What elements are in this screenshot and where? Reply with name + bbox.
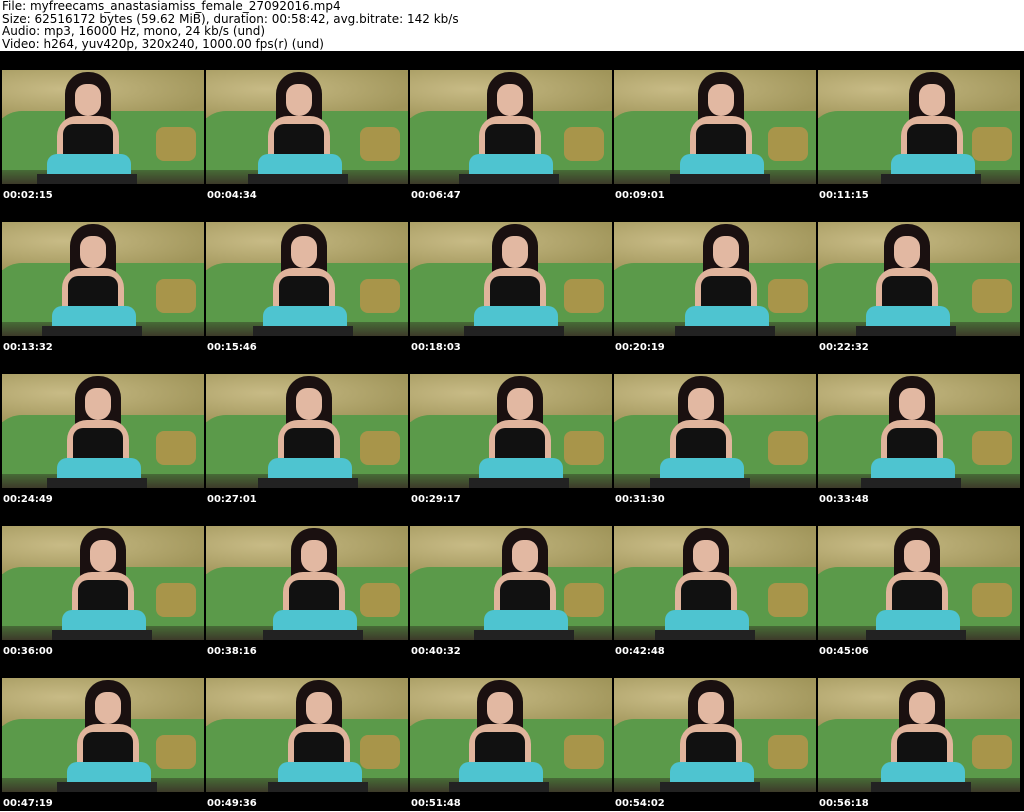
- thumbnail-cell: 00:13:32: [2, 204, 204, 356]
- thumbnail-cell: 00:06:47: [410, 52, 612, 204]
- video-frame-thumbnail: [410, 678, 612, 792]
- thumbnail-cell: 00:51:48: [410, 660, 612, 812]
- frame-timestamp: 00:56:18: [819, 798, 869, 809]
- video-frame-thumbnail: [818, 526, 1020, 640]
- frame-timestamp: 00:47:19: [3, 798, 53, 809]
- thumbnail-cell: 00:33:48: [818, 356, 1020, 508]
- video-frame-thumbnail: [206, 374, 408, 488]
- video-frame-thumbnail: [2, 678, 204, 792]
- thumbnail-cell: 00:56:18: [818, 660, 1020, 812]
- file-info-header: File: myfreecams_anastasiamiss_female_27…: [2, 0, 459, 50]
- thumbnail-cell: 00:31:30: [614, 356, 816, 508]
- thumbnail-cell: 00:22:32: [818, 204, 1020, 356]
- frame-timestamp: 00:02:15: [3, 190, 53, 201]
- thumbnail-cell: 00:18:03: [410, 204, 612, 356]
- video-frame-thumbnail: [614, 678, 816, 792]
- frame-timestamp: 00:54:02: [615, 798, 665, 809]
- thumbnail-cell: 00:27:01: [206, 356, 408, 508]
- frame-timestamp: 00:27:01: [207, 494, 257, 505]
- video-frame-thumbnail: [2, 70, 204, 184]
- frame-timestamp: 00:38:16: [207, 646, 257, 657]
- thumbnail-cell: 00:11:15: [818, 52, 1020, 204]
- video-frame-thumbnail: [614, 374, 816, 488]
- thumbnail-grid: 00:02:15 00:04:34 00:06:47 00:09:01 00:1…: [2, 52, 1020, 812]
- frame-timestamp: 00:49:36: [207, 798, 257, 809]
- thumbnail-cell: 00:49:36: [206, 660, 408, 812]
- thumbnail-cell: 00:47:19: [2, 660, 204, 812]
- thumbnail-sheet: 00:02:15 00:04:34 00:06:47 00:09:01 00:1…: [0, 51, 1024, 811]
- video-frame-thumbnail: [206, 526, 408, 640]
- video-frame-thumbnail: [410, 222, 612, 336]
- video-frame-thumbnail: [410, 70, 612, 184]
- file-name: File: myfreecams_anastasiamiss_female_27…: [2, 0, 341, 13]
- video-frame-thumbnail: [818, 678, 1020, 792]
- frame-timestamp: 00:29:17: [411, 494, 461, 505]
- video-info: Video: h264, yuv420p, 320x240, 1000.00 f…: [2, 36, 324, 51]
- thumbnail-cell: 00:45:06: [818, 508, 1020, 660]
- audio-info: Audio: mp3, 16000 Hz, mono, 24 kb/s (und…: [2, 24, 266, 38]
- video-frame-thumbnail: [818, 222, 1020, 336]
- frame-timestamp: 00:22:32: [819, 342, 869, 353]
- frame-timestamp: 00:51:48: [411, 798, 461, 809]
- frame-timestamp: 00:40:32: [411, 646, 461, 657]
- frame-timestamp: 00:18:03: [411, 342, 461, 353]
- frame-timestamp: 00:33:48: [819, 494, 869, 505]
- video-frame-thumbnail: [2, 526, 204, 640]
- video-frame-thumbnail: [206, 70, 408, 184]
- frame-timestamp: 00:36:00: [3, 646, 53, 657]
- video-frame-thumbnail: [206, 222, 408, 336]
- video-frame-thumbnail: [206, 678, 408, 792]
- frame-timestamp: 00:31:30: [615, 494, 665, 505]
- thumbnail-cell: 00:42:48: [614, 508, 816, 660]
- thumbnail-cell: 00:24:49: [2, 356, 204, 508]
- thumbnail-cell: 00:04:34: [206, 52, 408, 204]
- thumbnail-cell: 00:15:46: [206, 204, 408, 356]
- frame-timestamp: 00:13:32: [3, 342, 53, 353]
- frame-timestamp: 00:15:46: [207, 342, 257, 353]
- thumbnail-cell: 00:38:16: [206, 508, 408, 660]
- video-frame-thumbnail: [614, 70, 816, 184]
- thumbnail-cell: 00:29:17: [410, 356, 612, 508]
- video-frame-thumbnail: [818, 374, 1020, 488]
- video-frame-thumbnail: [410, 374, 612, 488]
- frame-timestamp: 00:09:01: [615, 190, 665, 201]
- frame-timestamp: 00:04:34: [207, 190, 257, 201]
- thumbnail-cell: 00:02:15: [2, 52, 204, 204]
- thumbnail-cell: 00:09:01: [614, 52, 816, 204]
- video-frame-thumbnail: [614, 222, 816, 336]
- thumbnail-cell: 00:20:19: [614, 204, 816, 356]
- frame-timestamp: 00:24:49: [3, 494, 53, 505]
- thumbnail-cell: 00:40:32: [410, 508, 612, 660]
- thumbnail-cell: 00:54:02: [614, 660, 816, 812]
- frame-timestamp: 00:06:47: [411, 190, 461, 201]
- frame-timestamp: 00:42:48: [615, 646, 665, 657]
- frame-timestamp: 00:45:06: [819, 646, 869, 657]
- video-frame-thumbnail: [818, 70, 1020, 184]
- thumbnail-cell: 00:36:00: [2, 508, 204, 660]
- video-frame-thumbnail: [2, 374, 204, 488]
- video-frame-thumbnail: [614, 526, 816, 640]
- video-frame-thumbnail: [410, 526, 612, 640]
- frame-timestamp: 00:11:15: [819, 190, 869, 201]
- video-frame-thumbnail: [2, 222, 204, 336]
- frame-timestamp: 00:20:19: [615, 342, 665, 353]
